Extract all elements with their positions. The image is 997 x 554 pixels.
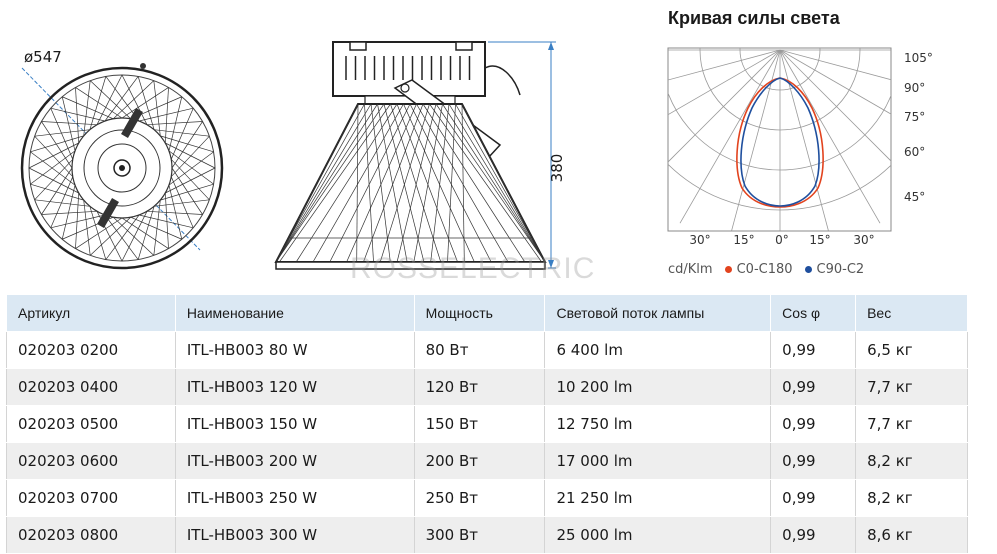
cell-cos-phi: 0,99 xyxy=(770,479,857,517)
angle-label-bottom-2: 15° xyxy=(733,233,754,247)
angle-label-bottom-5: 30° xyxy=(853,233,874,247)
height-label: 380 xyxy=(548,154,566,183)
polar-chart: 105° 90° 75° 60° 45° 30° 15° 0° 15° 30° xyxy=(667,47,933,247)
legend-label: C0-C180 xyxy=(736,262,793,277)
table-header-row: Артикул Наименование Мощность Световой п… xyxy=(6,294,968,332)
cell-name: ITL-HB003 120 W xyxy=(174,368,415,406)
angle-label-bottom-3: 0° xyxy=(775,233,789,247)
table-row: 020203 0500 ITL-HB003 150 W 150 Вт 12 75… xyxy=(6,405,968,443)
cell-article: 020203 0400 xyxy=(6,368,176,406)
legend-item-c0-c180: C0-C180 xyxy=(724,262,793,277)
polar-chart-title: Кривая силы света xyxy=(668,8,840,28)
cell-cos-phi: 0,99 xyxy=(770,516,857,554)
side-view-drawing: 380 xyxy=(274,41,566,270)
table-row: 020203 0800 ITL-HB003 300 W 300 Вт 25 00… xyxy=(6,516,968,554)
cell-article: 020203 0600 xyxy=(6,442,176,480)
angle-label-75: 75° xyxy=(904,110,925,124)
diameter-label: ø547 xyxy=(24,48,62,66)
legend-unit: cd/Klm xyxy=(668,262,713,277)
table-row: 020203 0200 ITL-HB003 80 W 80 Вт 6 400 l… xyxy=(6,331,968,369)
polar-frame xyxy=(667,47,892,232)
watermark: ROSSELECTRIC xyxy=(350,252,596,285)
cell-article: 020203 0500 xyxy=(6,405,176,443)
cell-weight: 6,5 кг xyxy=(855,331,968,369)
cell-article: 020203 0200 xyxy=(6,331,176,369)
cell-weight: 8,6 кг xyxy=(855,516,968,554)
cell-name: ITL-HB003 200 W xyxy=(174,442,415,480)
cell-name: ITL-HB003 250 W xyxy=(174,479,415,517)
header-power: Мощность xyxy=(413,294,546,332)
cell-flux: 25 000 lm xyxy=(544,516,772,554)
angle-label-bottom-4: 15° xyxy=(809,233,830,247)
header-weight: Вес xyxy=(855,294,968,332)
cell-cos-phi: 0,99 xyxy=(770,368,857,406)
cell-flux: 17 000 lm xyxy=(544,442,772,480)
cell-power: 200 Вт xyxy=(413,442,546,480)
center-dot xyxy=(119,165,125,171)
legend-item-c90-c2: C90-C2 xyxy=(804,262,865,277)
specs-table: Артикул Наименование Мощность Световой п… xyxy=(6,294,968,554)
cell-power: 300 Вт xyxy=(413,516,546,554)
cable xyxy=(484,65,521,96)
header-name: Наименование xyxy=(174,294,415,332)
angle-label-45: 45° xyxy=(904,190,925,204)
cell-flux: 21 250 lm xyxy=(544,479,772,517)
legend-label: C90-C2 xyxy=(816,262,865,277)
cell-cos-phi: 0,99 xyxy=(770,442,857,480)
cell-cos-phi: 0,99 xyxy=(770,331,857,369)
angle-label-105: 105° xyxy=(904,51,933,65)
header-article: Артикул xyxy=(6,294,176,332)
cell-power: 120 Вт xyxy=(413,368,546,406)
cell-weight: 7,7 кг xyxy=(855,368,968,406)
table-row: 020203 0600 ITL-HB003 200 W 200 Вт 17 00… xyxy=(6,442,968,480)
hook-icon xyxy=(140,63,146,69)
cell-name: ITL-HB003 300 W xyxy=(174,516,415,554)
cell-power: 150 Вт xyxy=(413,405,546,443)
cell-flux: 6 400 lm xyxy=(544,331,772,369)
cell-article: 020203 0700 xyxy=(6,479,176,517)
top-view-drawing: ø547 xyxy=(20,48,224,270)
table-row: 020203 0400 ITL-HB003 120 W 120 Вт 10 20… xyxy=(6,368,968,406)
polar-legend: cd/Klm C0-C180 C90-C2 xyxy=(668,262,864,277)
angle-label-bottom-1: 30° xyxy=(689,233,710,247)
cell-power: 80 Вт xyxy=(413,331,546,369)
angle-label-90: 90° xyxy=(904,81,925,95)
cell-weight: 7,7 кг xyxy=(855,405,968,443)
header-cos-phi: Cos φ xyxy=(770,294,857,332)
cell-weight: 8,2 кг xyxy=(855,479,968,517)
cell-cos-phi: 0,99 xyxy=(770,405,857,443)
blue-dot-icon xyxy=(804,266,812,273)
polar-grid xyxy=(668,48,891,231)
header-luminous-flux: Световой поток лампы xyxy=(544,294,772,332)
cell-power: 250 Вт xyxy=(413,479,546,517)
cell-name: ITL-HB003 150 W xyxy=(174,405,415,443)
red-dot-icon xyxy=(724,266,732,273)
cell-name: ITL-HB003 80 W xyxy=(174,331,415,369)
cell-weight: 8,2 кг xyxy=(855,442,968,480)
table-row: 020203 0700 ITL-HB003 250 W 250 Вт 21 25… xyxy=(6,479,968,517)
angle-label-60: 60° xyxy=(904,145,925,159)
cell-flux: 10 200 lm xyxy=(544,368,772,406)
cell-flux: 12 750 lm xyxy=(544,405,772,443)
cell-article: 020203 0800 xyxy=(6,516,176,554)
